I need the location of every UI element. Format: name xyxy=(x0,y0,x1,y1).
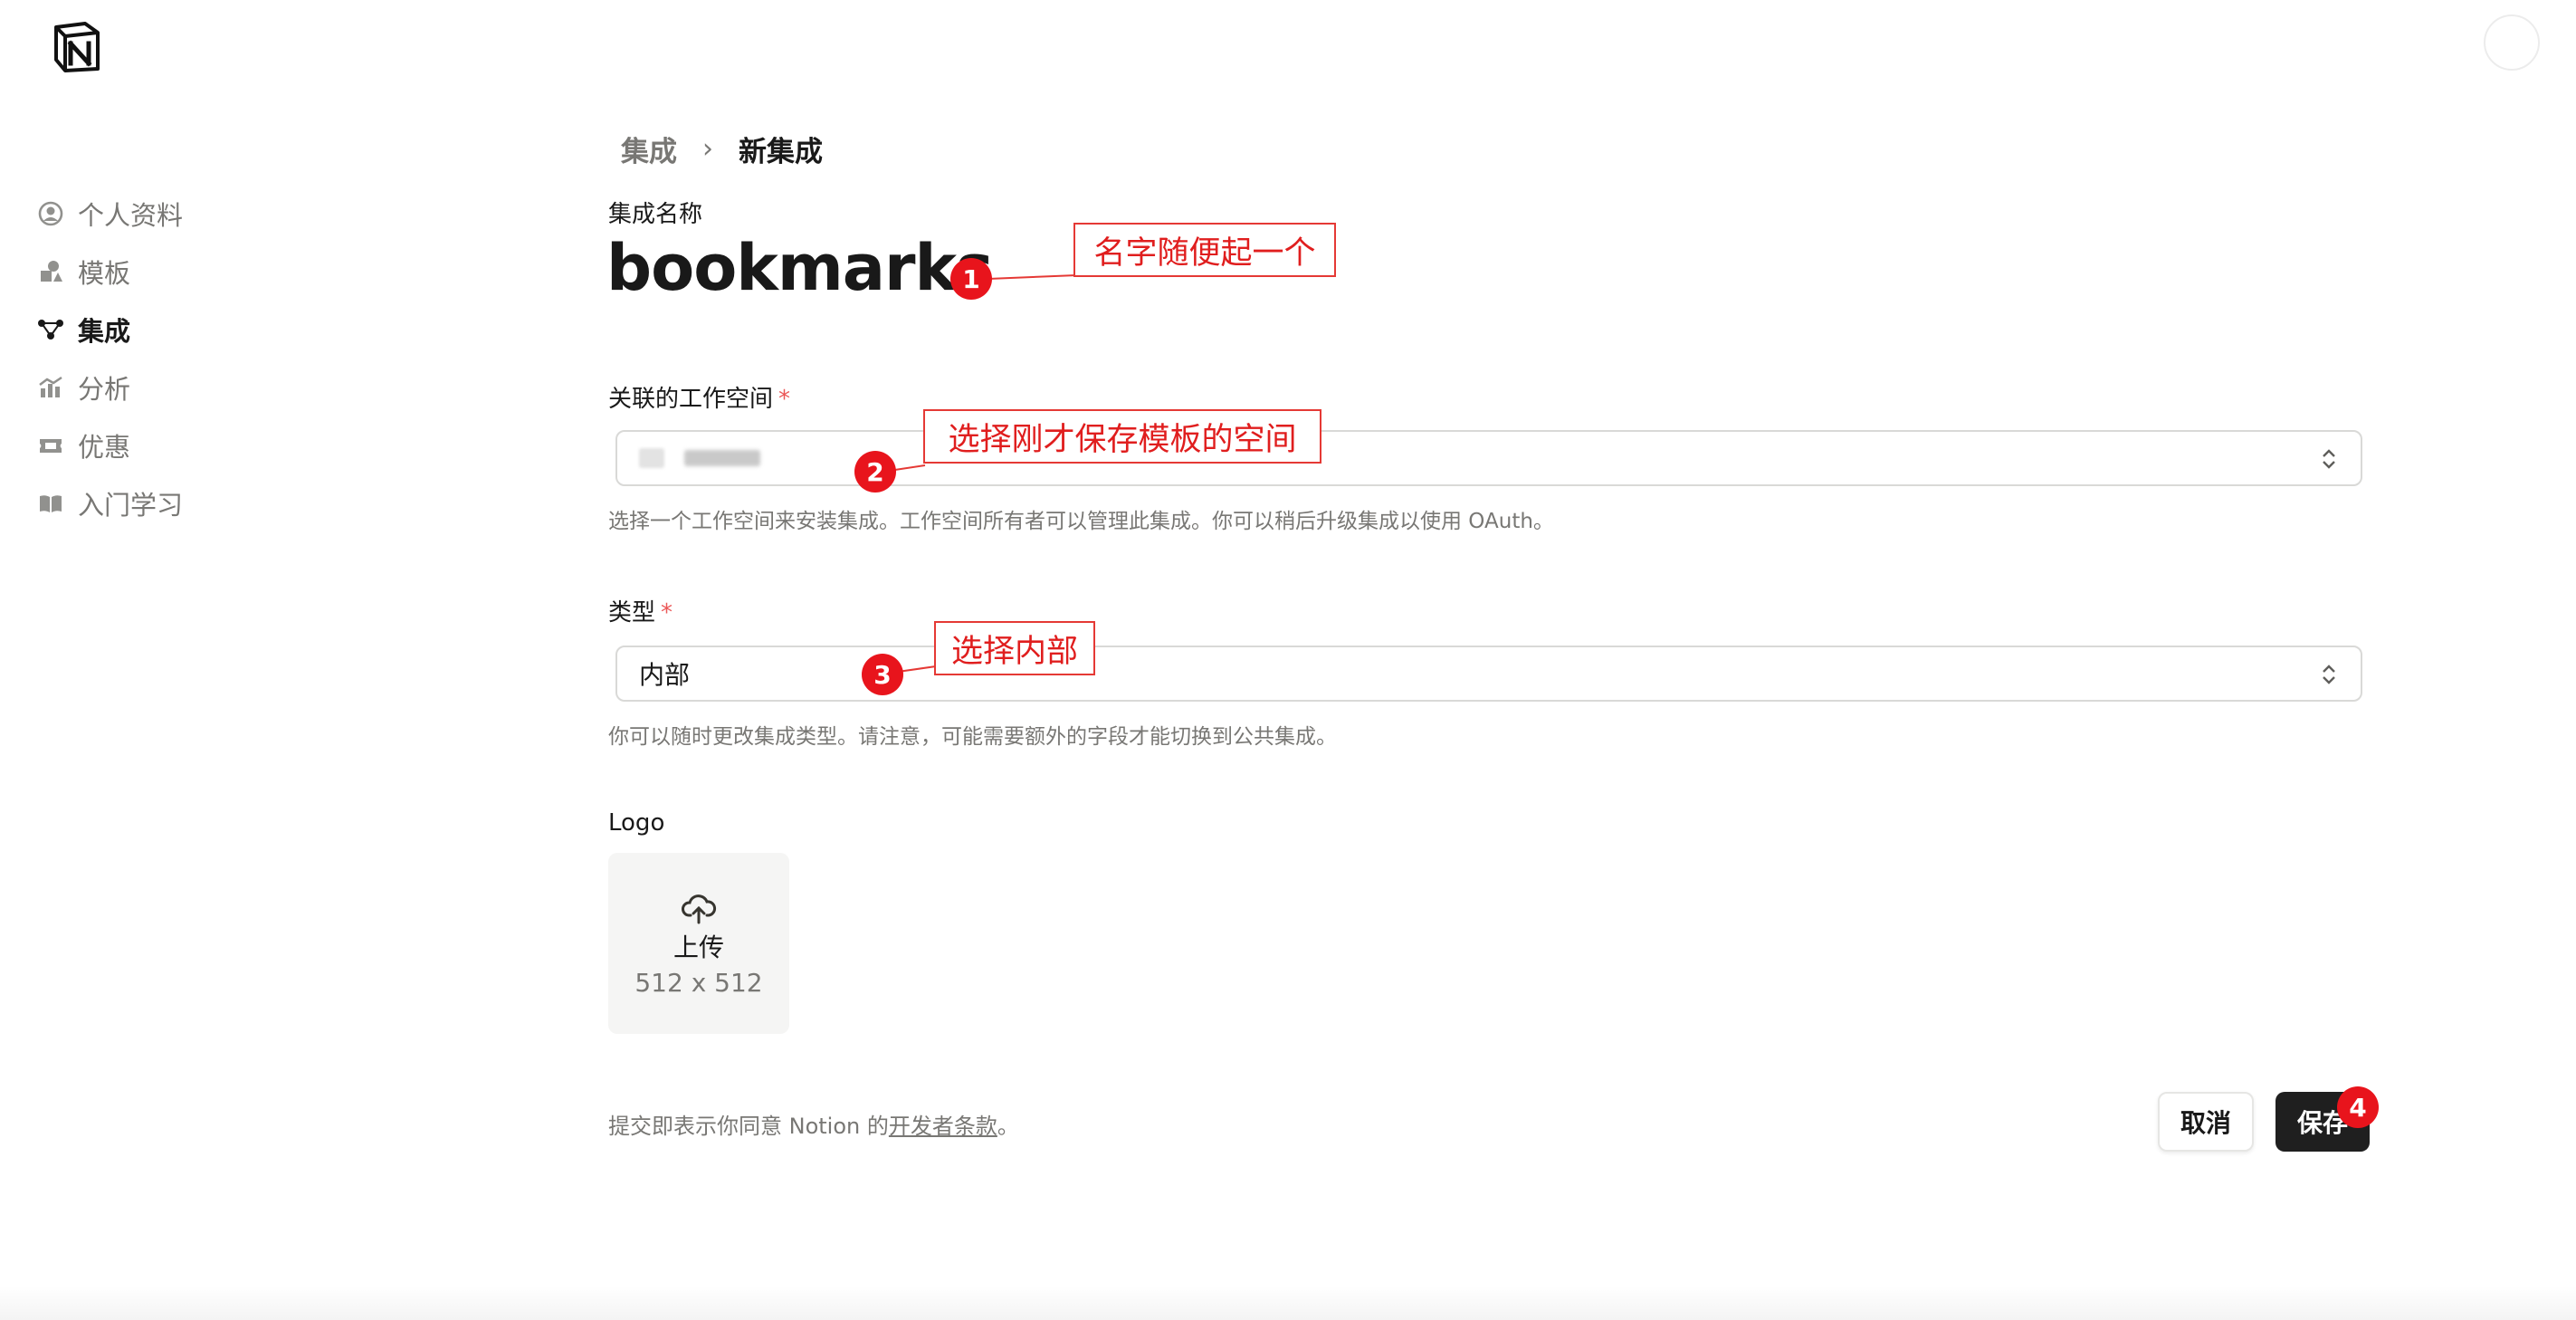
workspace-label-text: 关联的工作空间 xyxy=(608,386,774,413)
breadcrumb: 集成 › 新集成 xyxy=(621,129,823,169)
annotation-3-badge: 3 xyxy=(862,654,903,695)
type-label: 类型 * xyxy=(608,594,673,627)
annotation-2-note: 选择刚才保存模板的空间 xyxy=(923,409,1321,464)
book-icon xyxy=(36,489,65,518)
sidebar-item-templates[interactable]: 模板 xyxy=(36,244,130,299)
sidebar-item-label: 模板 xyxy=(78,258,131,289)
shapes-icon xyxy=(36,257,65,286)
integration-name-label: 集成名称 xyxy=(608,201,703,228)
breadcrumb-parent[interactable]: 集成 xyxy=(621,129,677,169)
select-chevron-icon xyxy=(2323,665,2335,684)
sidebar-item-label: 个人资料 xyxy=(78,200,184,231)
upload-label: 上传 xyxy=(673,932,724,962)
required-mark: * xyxy=(778,386,791,413)
workspace-icon-redacted xyxy=(639,448,664,468)
notion-logo-icon[interactable] xyxy=(49,18,105,74)
annotation-4-badge: 4 xyxy=(2337,1086,2379,1128)
type-select-value: 内部 xyxy=(639,660,691,690)
workspace-name-redacted xyxy=(684,450,760,466)
annotation-1-note: 名字随便起一个 xyxy=(1073,223,1336,277)
terms-suffix: 。 xyxy=(997,1114,1019,1139)
terms-text: 提交即表示你同意 Notion 的开发者条款。 xyxy=(608,1108,1019,1140)
chart-icon xyxy=(36,373,65,402)
annotation-2-badge: 2 xyxy=(854,451,896,493)
sidebar-item-getting-started[interactable]: 入门学习 xyxy=(36,476,183,531)
type-help-text: 你可以随时更改集成类型。请注意，可能需要额外的字段才能切换到公共集成。 xyxy=(608,725,1337,749)
workspace-help-text: 选择一个工作空间来安装集成。工作空间所有者可以管理此集成。你可以稍后升级集成以使… xyxy=(608,510,1554,533)
chevron-right-icon: › xyxy=(702,133,713,165)
required-mark: * xyxy=(661,599,673,627)
integration-nodes-icon xyxy=(36,315,65,344)
upload-size-hint: 512 x 512 xyxy=(634,967,763,998)
sidebar-item-label: 分析 xyxy=(78,374,131,405)
select-chevron-icon xyxy=(2323,449,2335,469)
sidebar-item-integrations[interactable]: 集成 xyxy=(36,302,130,357)
person-circle-icon xyxy=(36,199,65,228)
workspace-label: 关联的工作空间 * xyxy=(608,380,790,414)
sidebar-item-label: 集成 xyxy=(78,316,131,347)
bottom-edge-shadow xyxy=(0,1286,2576,1320)
terms-prefix: 提交即表示你同意 Notion 的 xyxy=(608,1114,889,1139)
breadcrumb-current: 新集成 xyxy=(739,136,823,168)
sidebar-item-profile[interactable]: 个人资料 xyxy=(36,187,183,241)
annotation-1-badge: 1 xyxy=(950,258,992,300)
integration-name-input[interactable]: bookmarks xyxy=(606,231,994,305)
sidebar-item-analytics[interactable]: 分析 xyxy=(36,360,130,415)
cancel-button[interactable]: 取消 xyxy=(2158,1092,2254,1152)
sidebar-item-label: 优惠 xyxy=(78,432,131,463)
type-label-text: 类型 xyxy=(608,599,656,627)
annotation-3-note: 选择内部 xyxy=(934,621,1095,675)
cloud-upload-icon xyxy=(681,890,717,930)
developer-terms-link[interactable]: 开发者条款 xyxy=(889,1114,997,1139)
logo-label: Logo xyxy=(608,809,665,837)
sidebar-item-label: 入门学习 xyxy=(78,490,184,521)
sidebar-item-offers[interactable]: 优惠 xyxy=(36,418,130,473)
logo-upload-button[interactable]: 上传 512 x 512 xyxy=(608,853,789,1034)
ticket-icon xyxy=(36,431,65,460)
user-avatar[interactable] xyxy=(2484,14,2540,71)
